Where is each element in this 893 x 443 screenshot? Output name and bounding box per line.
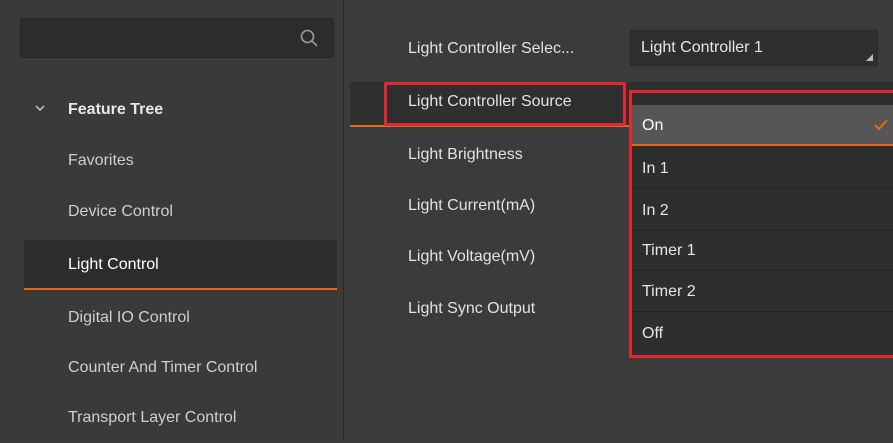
dropdown-option-label: On: [642, 117, 664, 134]
dropdown-option-in-1[interactable]: In 1: [632, 148, 893, 189]
tree-item-label: Counter And Timer Control: [68, 359, 258, 376]
tree-item-label: Light Control: [68, 256, 159, 273]
tree-item-label: Device Control: [68, 203, 173, 220]
dropdown-option-timer-2[interactable]: Timer 2: [632, 271, 893, 312]
tree-item-label: Favorites: [68, 152, 134, 169]
chevron-down-icon[interactable]: [34, 102, 46, 114]
tree-item-counter-and-timer-control[interactable]: Counter And Timer Control: [24, 343, 337, 393]
feature-tree-title: Feature Tree: [68, 101, 164, 118]
tree-item-light-control[interactable]: Light Control: [24, 240, 337, 290]
feature-tree-panel: Feature Tree Favorites Device Control Li…: [0, 0, 344, 440]
dropdown-option-off[interactable]: Off: [632, 313, 893, 354]
feature-tree-header[interactable]: Feature Tree: [0, 88, 343, 132]
property-label-light-controller-selector: Light Controller Selec...: [408, 40, 575, 57]
property-label-light-current: Light Current(mA): [408, 197, 536, 214]
tree-item-label: Transport Layer Control: [68, 409, 237, 426]
properties-panel: Light Controller Selec... Light Controll…: [344, 0, 893, 440]
property-label-light-brightness: Light Brightness: [408, 146, 523, 163]
search-icon[interactable]: [299, 28, 319, 48]
dropdown-option-label: Timer 1: [642, 242, 696, 259]
light-controller-source-dropdown[interactable]: On In 1 In 2 Timer 1 Timer 2 Off: [629, 90, 893, 358]
check-icon: [874, 119, 888, 131]
property-label-light-sync-output: Light Sync Output: [408, 300, 536, 317]
dropdown-option-label: In 1: [642, 160, 669, 177]
search-input[interactable]: [20, 18, 334, 58]
light-controller-selector-field[interactable]: Light Controller 1: [630, 30, 878, 66]
tree-item-transport-layer-control[interactable]: Transport Layer Control: [24, 393, 337, 443]
dropdown-option-label: Off: [642, 325, 664, 342]
dropdown-option-timer-1[interactable]: Timer 1: [632, 230, 893, 271]
dropdown-option-in-2[interactable]: In 2: [632, 190, 893, 231]
property-label-light-voltage: Light Voltage(mV): [408, 248, 536, 265]
tree-item-favorites[interactable]: Favorites: [24, 136, 337, 186]
tree-item-device-control[interactable]: Device Control: [24, 187, 337, 237]
tree-item-label: Digital IO Control: [68, 309, 190, 326]
dropdown-option-on[interactable]: On: [632, 105, 893, 146]
selector-value-text: Light Controller 1: [641, 39, 763, 56]
annotation-highlight-box: [384, 82, 626, 126]
tree-item-digital-io-control[interactable]: Digital IO Control: [24, 293, 337, 343]
dropdown-corner-icon: [866, 54, 873, 61]
dropdown-option-label: In 2: [642, 202, 669, 219]
dropdown-option-label: Timer 2: [642, 283, 696, 300]
